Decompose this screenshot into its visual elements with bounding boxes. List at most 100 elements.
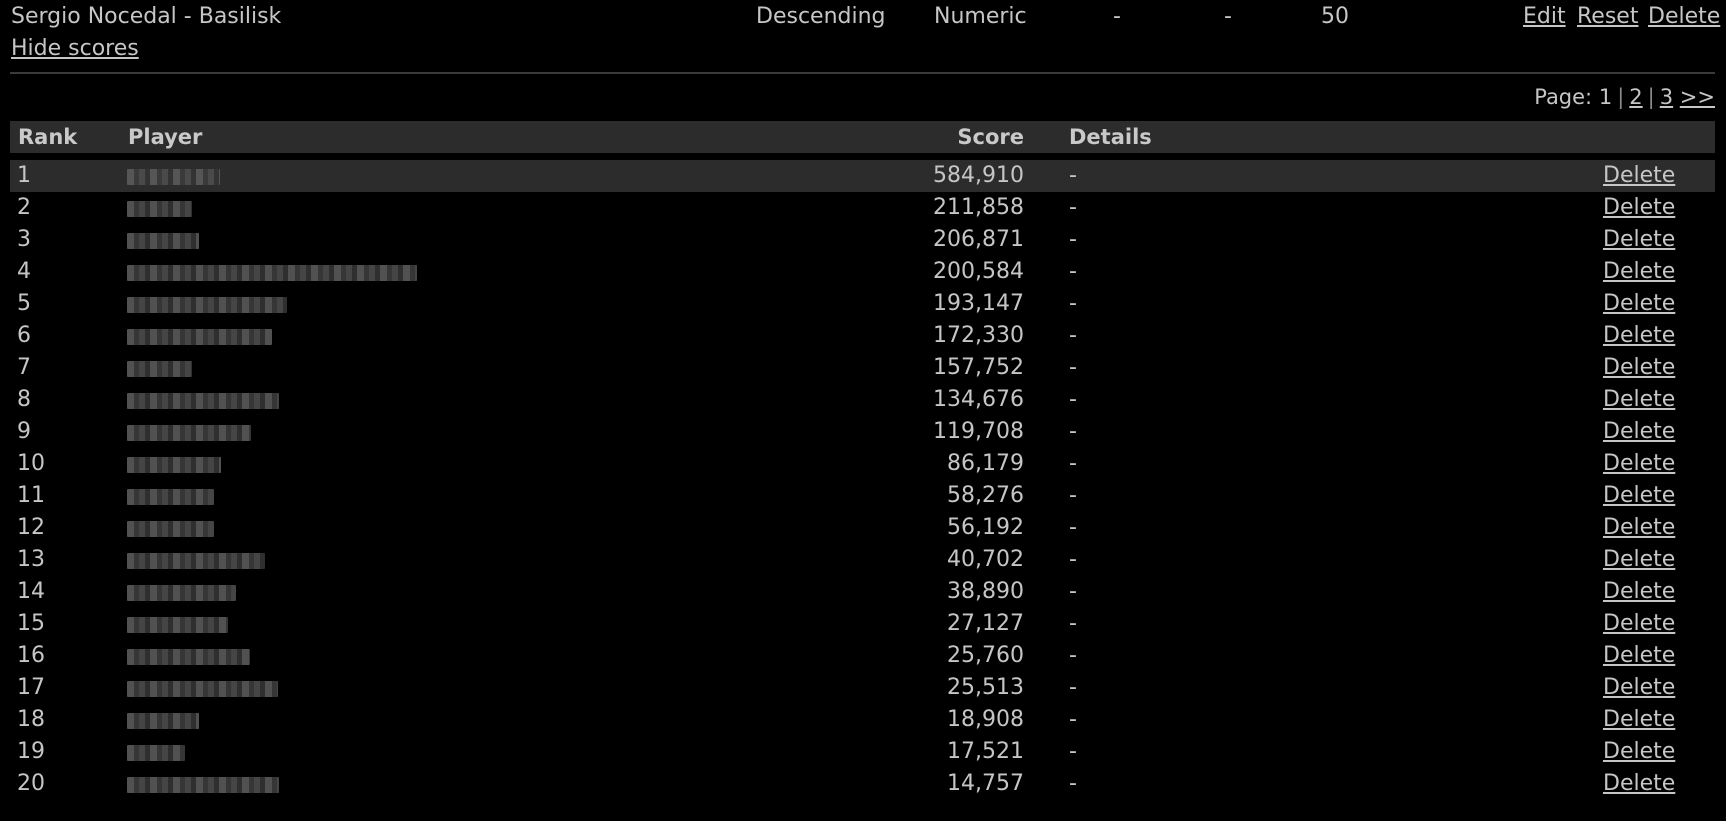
delete-leaderboard-link[interactable]: Delete bbox=[1648, 4, 1720, 29]
delete-score-link[interactable]: Delete bbox=[1603, 163, 1675, 188]
player-name-blurred bbox=[127, 617, 228, 633]
details-cell: - bbox=[1069, 739, 1077, 764]
delete-score-link[interactable]: Delete bbox=[1603, 611, 1675, 636]
score-cell: 27,127 bbox=[947, 611, 1024, 636]
page-2-link[interactable]: 2 bbox=[1629, 85, 1642, 109]
page-separator: | bbox=[1617, 85, 1625, 109]
leaderboard-summary-row: Sergio Nocedal - Basilisk Descending Num… bbox=[0, 4, 1726, 34]
delete-score-link[interactable]: Delete bbox=[1603, 547, 1675, 572]
delete-score-link[interactable]: Delete bbox=[1603, 419, 1675, 444]
rank-cell: 1 bbox=[17, 163, 31, 188]
rank-cell: 5 bbox=[17, 291, 31, 316]
player-name-blurred bbox=[127, 329, 272, 345]
score-cell: 58,276 bbox=[947, 483, 1024, 508]
table-row: 3 206,871 - Delete bbox=[10, 224, 1715, 256]
player-name-blurred bbox=[127, 777, 279, 793]
details-cell: - bbox=[1069, 227, 1077, 252]
details-cell: - bbox=[1069, 483, 1077, 508]
delete-score-link[interactable]: Delete bbox=[1603, 323, 1675, 348]
rank-cell: 13 bbox=[17, 547, 45, 572]
delete-score-link[interactable]: Delete bbox=[1603, 707, 1675, 732]
table-row: 20 14,757 - Delete bbox=[10, 768, 1715, 800]
delete-score-link[interactable]: Delete bbox=[1603, 643, 1675, 668]
player-name-blurred bbox=[127, 425, 251, 441]
rank-cell: 7 bbox=[17, 355, 31, 380]
table-row: 8 134,676 - Delete bbox=[10, 384, 1715, 416]
table-row: 14 38,890 - Delete bbox=[10, 576, 1715, 608]
details-column-header: Details bbox=[1069, 125, 1152, 149]
scores-table-header: Rank Player Score Details bbox=[10, 121, 1715, 153]
delete-score-link[interactable]: Delete bbox=[1603, 259, 1675, 284]
player-name-blurred bbox=[127, 201, 192, 217]
rank-cell: 6 bbox=[17, 323, 31, 348]
score-cell: 56,192 bbox=[947, 515, 1024, 540]
delete-score-link[interactable]: Delete bbox=[1603, 515, 1675, 540]
score-cell: 206,871 bbox=[933, 227, 1024, 252]
player-name-blurred bbox=[127, 457, 221, 473]
delete-score-link[interactable]: Delete bbox=[1603, 355, 1675, 380]
details-cell: - bbox=[1069, 387, 1077, 412]
delete-score-link[interactable]: Delete bbox=[1603, 739, 1675, 764]
player-name-blurred bbox=[127, 265, 417, 281]
leaderboard-score-type: Numeric bbox=[934, 4, 1027, 29]
edit-leaderboard-link[interactable]: Edit bbox=[1523, 4, 1566, 29]
next-page-link[interactable]: >> bbox=[1680, 85, 1715, 109]
rank-column-header: Rank bbox=[18, 125, 78, 149]
delete-score-link[interactable]: Delete bbox=[1603, 227, 1675, 252]
score-cell: 25,760 bbox=[947, 643, 1024, 668]
divider bbox=[10, 72, 1715, 74]
details-cell: - bbox=[1069, 675, 1077, 700]
delete-score-link[interactable]: Delete bbox=[1603, 387, 1675, 412]
details-cell: - bbox=[1069, 579, 1077, 604]
delete-score-link[interactable]: Delete bbox=[1603, 771, 1675, 796]
leaderboard-sort-order: Descending bbox=[756, 4, 886, 29]
table-row: 19 17,521 - Delete bbox=[10, 736, 1715, 768]
hide-scores-link[interactable]: Hide scores bbox=[11, 36, 139, 61]
rank-cell: 18 bbox=[17, 707, 45, 732]
player-name-blurred bbox=[127, 681, 278, 697]
delete-score-link[interactable]: Delete bbox=[1603, 483, 1675, 508]
delete-score-link[interactable]: Delete bbox=[1603, 675, 1675, 700]
details-cell: - bbox=[1069, 195, 1077, 220]
rank-cell: 8 bbox=[17, 387, 31, 412]
delete-score-link[interactable]: Delete bbox=[1603, 451, 1675, 476]
table-row: 11 58,276 - Delete bbox=[10, 480, 1715, 512]
table-row: 12 56,192 - Delete bbox=[10, 512, 1715, 544]
table-row: 18 18,908 - Delete bbox=[10, 704, 1715, 736]
delete-score-link[interactable]: Delete bbox=[1603, 579, 1675, 604]
score-cell: 193,147 bbox=[933, 291, 1024, 316]
rank-cell: 19 bbox=[17, 739, 45, 764]
score-column-header: Score bbox=[957, 125, 1024, 149]
rank-cell: 3 bbox=[17, 227, 31, 252]
rank-cell: 11 bbox=[17, 483, 45, 508]
score-cell: 40,702 bbox=[947, 547, 1024, 572]
scores-table-body: 1 584,910 - Delete 2 211,858 - Delete 3 206,871 - D… bbox=[10, 160, 1715, 800]
player-name-blurred bbox=[127, 585, 236, 601]
details-cell: - bbox=[1069, 323, 1077, 348]
details-cell: - bbox=[1069, 355, 1077, 380]
page-3-link[interactable]: 3 bbox=[1660, 85, 1673, 109]
rank-cell: 9 bbox=[17, 419, 31, 444]
delete-score-link[interactable]: Delete bbox=[1603, 291, 1675, 316]
page-separator: | bbox=[1647, 85, 1655, 109]
player-name-blurred bbox=[127, 393, 279, 409]
player-name-blurred bbox=[127, 489, 214, 505]
table-row: 10 86,179 - Delete bbox=[10, 448, 1715, 480]
details-cell: - bbox=[1069, 547, 1077, 572]
score-cell: 38,890 bbox=[947, 579, 1024, 604]
pagination: Page: 1 | 2 | 3 >> bbox=[1534, 85, 1715, 109]
player-name-blurred bbox=[127, 169, 220, 185]
details-cell: - bbox=[1069, 451, 1077, 476]
delete-score-link[interactable]: Delete bbox=[1603, 195, 1675, 220]
table-row: 17 25,513 - Delete bbox=[10, 672, 1715, 704]
score-cell: 584,910 bbox=[933, 163, 1024, 188]
details-cell: - bbox=[1069, 515, 1077, 540]
leaderboard-name: Sergio Nocedal - Basilisk bbox=[11, 4, 282, 29]
table-row: 9 119,708 - Delete bbox=[10, 416, 1715, 448]
player-name-blurred bbox=[127, 745, 185, 761]
reset-leaderboard-link[interactable]: Reset bbox=[1577, 4, 1638, 29]
table-row: 6 172,330 - Delete bbox=[10, 320, 1715, 352]
score-cell: 134,676 bbox=[933, 387, 1024, 412]
rank-cell: 12 bbox=[17, 515, 45, 540]
table-row: 7 157,752 - Delete bbox=[10, 352, 1715, 384]
